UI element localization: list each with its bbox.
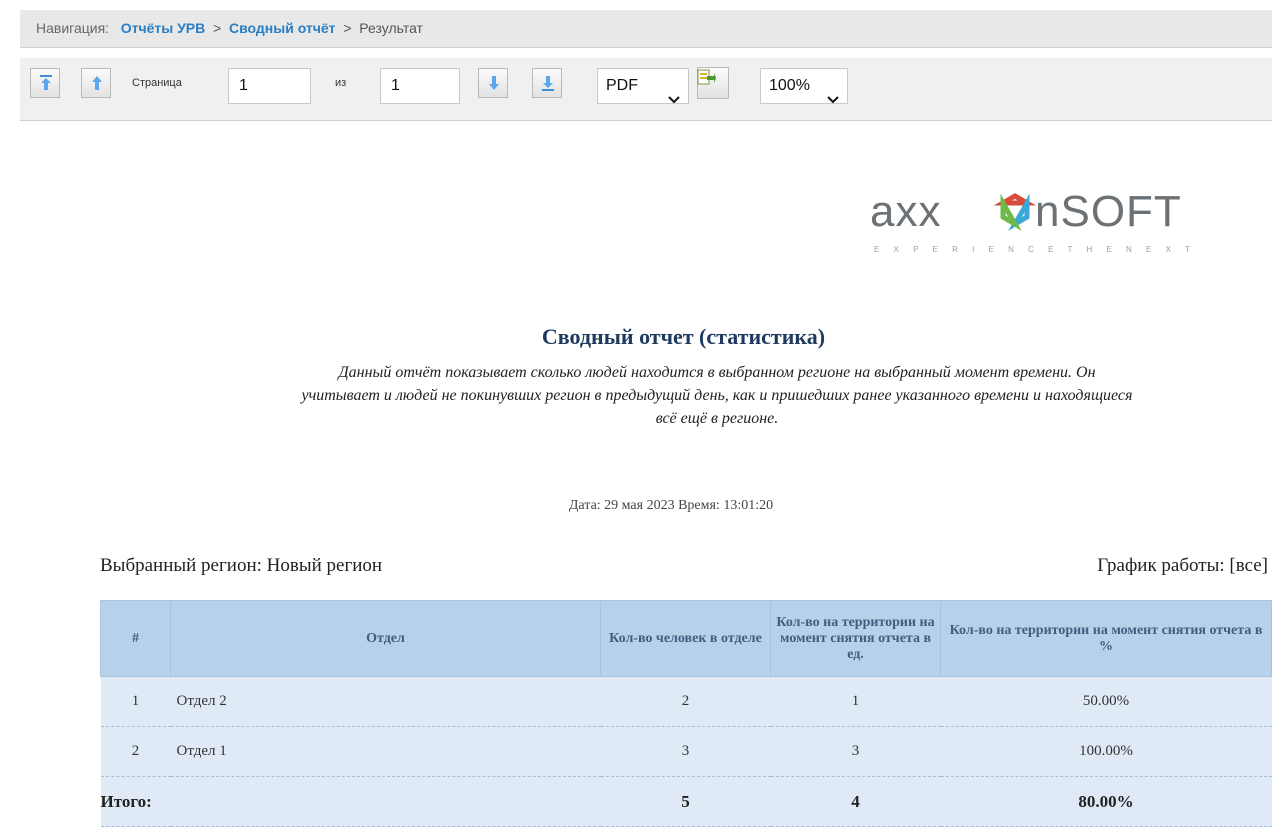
breadcrumb: Навигация: Отчёты УРВ > Сводный отчёт > … xyxy=(20,10,1272,48)
company-logo: axx nSOFT E X P E R I E N C E T H E N E … xyxy=(870,181,1210,254)
total-pages-field: 1 xyxy=(380,68,460,104)
work-schedule: График работы: [все] xyxy=(1097,555,1268,576)
export-format-value: PDF xyxy=(606,77,638,94)
summary-table: # Отдел Кол-во человек в отделе Кол-во н… xyxy=(100,600,1272,827)
row-number: 2 xyxy=(100,726,171,777)
chevron-down-icon xyxy=(668,83,680,117)
row-headcount: 2 xyxy=(600,676,771,727)
page-label: Страница xyxy=(132,77,182,89)
report-title: Сводный отчет (статистика) xyxy=(541,324,826,349)
logo-tagline: E X P E R I E N C E T H E N E X T xyxy=(874,245,1196,254)
last-page-button[interactable] xyxy=(532,68,562,98)
first-page-button[interactable] xyxy=(30,68,60,98)
row-department: Отдел 2 xyxy=(170,676,601,727)
table-header-row: # Отдел Кол-во человек в отделе Кол-во н… xyxy=(100,600,1272,677)
page-number-input[interactable]: 1 xyxy=(228,68,311,104)
total-label: Итого: xyxy=(100,776,601,827)
row-headcount: 3 xyxy=(600,726,771,777)
breadcrumb-link-summary-report[interactable]: Сводный отчёт xyxy=(229,20,336,36)
report-viewer: Навигация: Отчёты УРВ > Сводный отчёт > … xyxy=(0,0,1272,840)
table-row: 1 Отдел 2 2 1 50.00% xyxy=(100,676,1272,727)
breadcrumb-current: Результат xyxy=(359,20,423,36)
export-button[interactable] xyxy=(697,67,729,99)
selected-region: Выбранный регион: Новый регион xyxy=(100,555,383,576)
chevron-down-icon xyxy=(827,83,839,117)
row-on-site-count: 1 xyxy=(770,676,941,727)
column-header-number: # xyxy=(100,600,171,677)
breadcrumb-separator: > xyxy=(213,20,222,36)
svg-text:axx: axx xyxy=(870,187,941,236)
zoom-value: 100% xyxy=(769,77,810,94)
table-row: 2 Отдел 1 3 3 100.00% xyxy=(100,726,1272,777)
zoom-select[interactable]: 100% xyxy=(760,68,848,104)
row-department: Отдел 1 xyxy=(170,726,601,777)
report-date: Дата: 29 мая 2023 Время: 13:01:20 xyxy=(568,498,774,513)
logo-text: axx nSOFT xyxy=(870,181,1210,251)
column-header-department: Отдел xyxy=(170,600,601,677)
prev-page-button[interactable] xyxy=(81,68,111,98)
row-on-site-count: 3 xyxy=(770,726,941,777)
column-header-on-site-count: Кол-во на территории на момент снятия от… xyxy=(770,600,941,677)
table-total-row: Итого: 5 4 80.00% xyxy=(100,776,1272,827)
report-page: axx nSOFT E X P E R I E N C E T H E N E … xyxy=(0,121,1272,840)
column-header-on-site-percent: Кол-во на территории на момент снятия от… xyxy=(940,600,1272,677)
row-number: 1 xyxy=(100,676,171,727)
export-format-select[interactable]: PDF xyxy=(597,68,689,104)
row-on-site-percent: 50.00% xyxy=(940,676,1272,727)
column-header-headcount: Кол-во человек в отделе xyxy=(600,600,771,677)
row-on-site-percent: 100.00% xyxy=(940,726,1272,777)
of-label: из xyxy=(335,77,347,89)
breadcrumb-link-urv-reports[interactable]: Отчёты УРВ xyxy=(121,20,206,36)
next-page-button[interactable] xyxy=(478,68,508,98)
breadcrumb-prefix: Навигация: xyxy=(36,20,110,36)
breadcrumb-separator: > xyxy=(343,20,352,36)
report-description: Данный отчёт показывает сколько людей на… xyxy=(301,364,1133,427)
total-headcount: 5 xyxy=(600,776,771,827)
total-on-site-count: 4 xyxy=(770,776,941,827)
report-toolbar: Страница 1 из 1 PDF 100% xyxy=(20,58,1272,121)
total-on-site-percent: 80.00% xyxy=(940,776,1272,827)
svg-text:nSOFT: nSOFT xyxy=(1035,187,1182,236)
